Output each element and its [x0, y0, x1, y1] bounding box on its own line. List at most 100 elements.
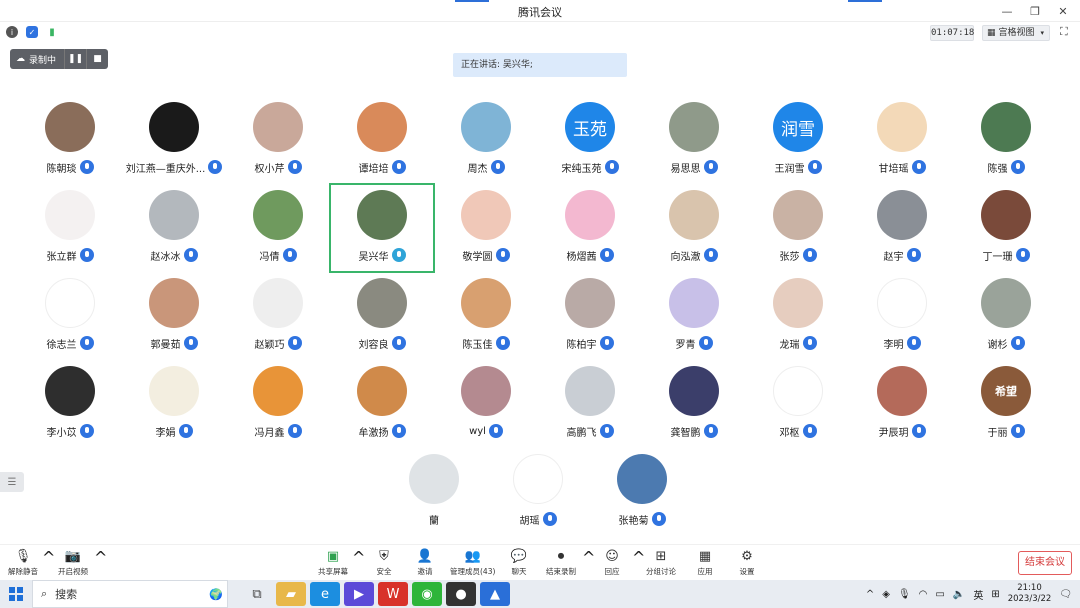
signal-icon[interactable]: ▮: [46, 26, 58, 38]
manage-members-button[interactable]: 👥 管理成员(43): [450, 548, 495, 580]
apps-button[interactable]: ▦ 应用: [696, 548, 714, 580]
participant-tile[interactable]: 胡瑶: [486, 448, 590, 534]
breakout-button[interactable]: ⊞ 分组讨论: [646, 548, 676, 580]
share-options-caret[interactable]: ^: [352, 548, 365, 580]
minimize-icon[interactable]: —: [996, 2, 1018, 20]
recording-options-caret[interactable]: ^: [582, 548, 595, 580]
participant-tile[interactable]: 张莎: [746, 184, 850, 270]
participant-tile[interactable]: 冯倩: [226, 184, 330, 270]
close-icon[interactable]: ✕: [1052, 2, 1074, 20]
participant-tile[interactable]: 牟激扬: [330, 360, 434, 446]
replay-button[interactable]: ☺ 回应: [603, 548, 621, 580]
info-icon[interactable]: i: [6, 26, 18, 38]
participant-tile[interactable]: 易思思: [642, 96, 746, 182]
shield-icon[interactable]: ✓: [26, 26, 38, 38]
participant-tile[interactable]: 李娟: [122, 360, 226, 446]
participant-tile[interactable]: 润雪 王润雪: [746, 96, 850, 182]
participant-tile[interactable]: 陈柏宇: [538, 272, 642, 358]
notification-icon[interactable]: 🗨: [1059, 589, 1072, 600]
invite-button[interactable]: 👤 邀请: [416, 548, 434, 580]
speaking-indicator: 正在讲话: 吴兴华;: [453, 53, 627, 77]
settings-button[interactable]: ⚙ 设置: [738, 548, 756, 580]
participant-tile[interactable]: 蘭: [382, 448, 486, 534]
share-screen-button[interactable]: ▣ 共享屏幕: [318, 548, 348, 580]
participant-tile[interactable]: 李明: [850, 272, 954, 358]
participant-tile[interactable]: 李小苡: [18, 360, 122, 446]
view-switcher[interactable]: ▦ 宫格视图 ▾: [982, 25, 1050, 41]
participant-name: 陈朝琰: [46, 163, 77, 175]
member-list-toggle[interactable]: ☰: [0, 472, 24, 492]
video-options-caret[interactable]: ^: [94, 548, 107, 580]
fullscreen-icon[interactable]: ⛶: [1060, 26, 1072, 38]
end-recording-button[interactable]: ⏺ 结束录制: [546, 548, 576, 580]
taskbar-clock[interactable]: 21:10 2023/3/22: [1008, 583, 1052, 605]
participant-tile[interactable]: 赵宇: [850, 184, 954, 270]
participant-tile[interactable]: 吴兴华: [329, 183, 435, 273]
participant-tile[interactable]: 周杰: [434, 96, 538, 182]
participant-tile[interactable]: 刘江燕—重庆外...: [122, 96, 226, 182]
participant-tile[interactable]: 赵冰冰: [122, 184, 226, 270]
participant-name-row: 于丽: [954, 422, 1058, 440]
ime-mode-icon[interactable]: ⊞: [991, 589, 999, 600]
participant-tile[interactable]: 高鹏飞: [538, 360, 642, 446]
participant-tile[interactable]: 冯月鑫: [226, 360, 330, 446]
microphone-icon[interactable]: 🎙: [898, 589, 911, 600]
app-circle-icon[interactable]: ●: [446, 582, 476, 606]
battery-icon[interactable]: ▭: [935, 589, 944, 600]
participant-tile[interactable]: 谢杉: [954, 272, 1058, 358]
tencent-meeting-icon[interactable]: ▲: [480, 582, 510, 606]
participant-name: 刘容良: [358, 339, 389, 351]
reaction-options-caret[interactable]: ^: [632, 548, 645, 580]
participant-tile[interactable]: 尹辰玥: [850, 360, 954, 446]
pause-recording-button[interactable]: ❚❚: [64, 49, 86, 69]
task-view-icon[interactable]: ⧉: [242, 582, 272, 606]
share-screen-label: 共享屏幕: [318, 567, 348, 576]
participant-tile[interactable]: 向泓澈: [642, 184, 746, 270]
unmute-button[interactable]: 🎙 解除静音: [8, 548, 38, 580]
participant-tile[interactable]: 甘培瑶: [850, 96, 954, 182]
participant-tile[interactable]: 龚智鹏: [642, 360, 746, 446]
file-explorer-icon[interactable]: ▰: [276, 582, 306, 606]
participant-tile[interactable]: 陈强: [954, 96, 1058, 182]
participant-tile[interactable]: 谭培培: [330, 96, 434, 182]
edge-browser-icon[interactable]: e: [310, 582, 340, 606]
participant-tile[interactable]: 玉苑 宋纯玉苑: [538, 96, 642, 182]
participant-tile[interactable]: 张立群: [18, 184, 122, 270]
stop-recording-button[interactable]: ■: [86, 49, 108, 69]
participant-tile[interactable]: 郭曼茹: [122, 272, 226, 358]
restore-icon[interactable]: ❐: [1024, 2, 1046, 20]
audio-options-caret[interactable]: ^: [42, 548, 55, 580]
volume-icon[interactable]: 🔈: [953, 589, 965, 600]
participant-tile[interactable]: 陈玉佳: [434, 272, 538, 358]
tray-app-icon[interactable]: ◈: [882, 589, 890, 600]
wifi-icon[interactable]: ◠: [919, 589, 928, 600]
participant-tile[interactable]: 邓枢: [746, 360, 850, 446]
taskbar-search[interactable]: ⌕ 搜索 🌍: [32, 580, 228, 608]
participant-name-row: 谢杉: [954, 334, 1058, 352]
chat-button[interactable]: 💬 聊天: [510, 548, 528, 580]
participant-tile[interactable]: 陈朝琰: [18, 96, 122, 182]
participant-tile[interactable]: 罗青: [642, 272, 746, 358]
start-video-button[interactable]: 📷 开启视频: [58, 548, 88, 580]
participant-tile[interactable]: 赵颖巧: [226, 272, 330, 358]
participant-tile[interactable]: 权小芹: [226, 96, 330, 182]
participant-tile[interactable]: 希望 于丽: [954, 360, 1058, 446]
start-button[interactable]: [0, 580, 32, 608]
participant-tile[interactable]: 杨熠茜: [538, 184, 642, 270]
wechat-icon[interactable]: ◉: [412, 582, 442, 606]
tray-overflow-icon[interactable]: ^: [866, 589, 874, 600]
media-player-icon[interactable]: ▶: [344, 582, 374, 606]
ime-indicator[interactable]: 英: [973, 587, 983, 602]
security-button[interactable]: ⛨ 安全: [375, 548, 393, 580]
participant-tile[interactable]: 徐志兰: [18, 272, 122, 358]
participant-tile[interactable]: 张艳菊: [590, 448, 694, 534]
participant-tile[interactable]: 丁一珊: [954, 184, 1058, 270]
avatar: [357, 190, 407, 240]
end-meeting-button[interactable]: 结束会议: [1018, 551, 1072, 575]
wps-office-icon[interactable]: W: [378, 582, 408, 606]
participant-tile[interactable]: wyl: [434, 360, 538, 446]
participant-name-row: 宋纯玉苑: [538, 158, 642, 176]
participant-tile[interactable]: 龙瑞: [746, 272, 850, 358]
participant-tile[interactable]: 刘容良: [330, 272, 434, 358]
participant-tile[interactable]: 敬学圆: [434, 184, 538, 270]
